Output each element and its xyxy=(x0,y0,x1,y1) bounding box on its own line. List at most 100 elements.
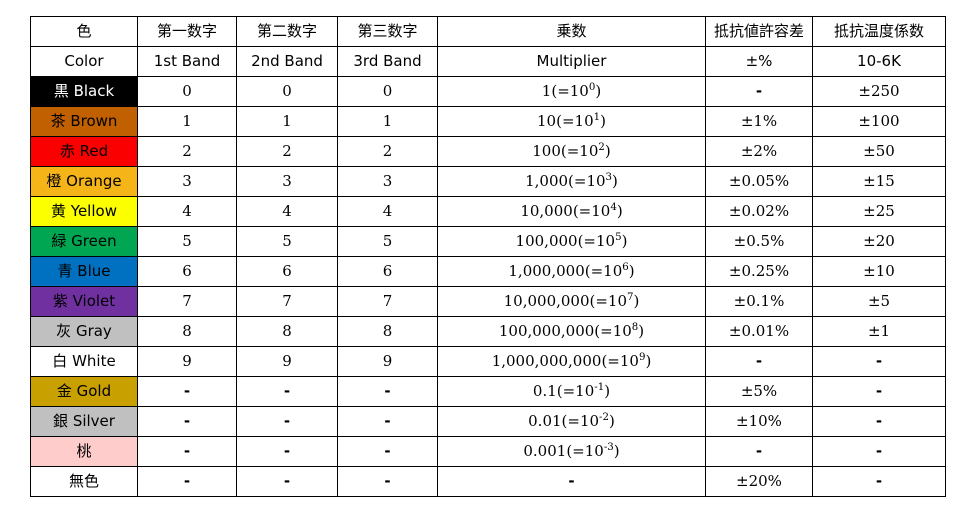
temperature-coefficient-cell: ±1 xyxy=(812,316,946,347)
multiplier-cell: 100,000(=105) xyxy=(437,226,706,257)
dash-placeholder: - xyxy=(755,351,763,370)
multiplier-base: 100,000(=10 xyxy=(515,231,616,250)
column-header-en-3: 3rd Band xyxy=(337,46,438,77)
multiplier-close-paren: ) xyxy=(612,171,618,190)
tolerance-cell: ±0.02% xyxy=(705,196,813,227)
band-1-cell: 0 xyxy=(137,76,237,107)
multiplier-base: 10,000,000(=10 xyxy=(503,291,628,310)
temperature-coefficient-cell: ±10 xyxy=(812,256,946,287)
table-row: 桃 - - - 0.001(=10-3) - - xyxy=(30,436,946,467)
dash-placeholder: - xyxy=(755,81,763,100)
table-row: 無色 - - - - ±20% - xyxy=(30,466,946,497)
band-1-cell: 1 xyxy=(137,106,237,137)
band-2-cell: - xyxy=(236,376,338,407)
tolerance-cell: - xyxy=(705,346,813,377)
tolerance-cell: ±0.1% xyxy=(705,286,813,317)
dash-placeholder: - xyxy=(183,471,191,490)
column-header-jp-2: 第二数字 xyxy=(236,16,338,47)
band-1-cell: - xyxy=(137,376,237,407)
temperature-coefficient-cell: ±50 xyxy=(812,136,946,167)
column-header-en-5: ±% xyxy=(705,46,813,77)
column-header-jp-0: 色 xyxy=(30,16,138,47)
multiplier-cell: 100(=102) xyxy=(437,136,706,167)
multiplier-cell: 1,000(=103) xyxy=(437,166,706,197)
resistor-color-code-table: 色第一数字 第二数字 第三数字 乗数 抵抗値許容差 抵抗温度係数 Color 1st Ban… xyxy=(30,16,946,497)
table-row: 紫 Violet 7 7 7 10,000,000(=107) ±0.1% ±5 xyxy=(30,286,946,317)
dash-placeholder: - xyxy=(568,471,575,490)
table-row: 緑 Green 5 5 5 100,000(=105) ±0.5% ±20 xyxy=(30,226,946,257)
tolerance-cell: - xyxy=(705,436,813,467)
dash-placeholder: - xyxy=(875,441,883,460)
band-2-cell: 8 xyxy=(236,316,338,347)
tolerance-cell: ±0.5% xyxy=(705,226,813,257)
temperature-coefficient-cell: - xyxy=(812,376,946,407)
color-swatch-cell: 紫 Violet xyxy=(30,286,138,317)
table-row: 橙 Orange 3 3 3 1,000(=103) ±0.05% ±15 xyxy=(30,166,946,197)
dash-placeholder: - xyxy=(384,471,391,490)
color-swatch-cell: 橙 Orange xyxy=(30,166,138,197)
multiplier-close-paren: ) xyxy=(616,201,623,220)
temperature-coefficient-cell: ±250 xyxy=(812,76,946,107)
multiplier-close-paren: ) xyxy=(604,381,611,400)
band-1-cell: 2 xyxy=(137,136,237,167)
table-row: 茶 Brown 1 1 1 10(=101) ±1% ±100 xyxy=(30,106,946,137)
tolerance-cell: ±2% xyxy=(705,136,813,167)
column-header-en-6: 10-6K xyxy=(812,46,946,77)
temperature-coefficient-cell: - xyxy=(812,436,946,467)
multiplier-exponent: -1 xyxy=(594,381,605,393)
multiplier-base: 10,000(=10 xyxy=(520,201,611,220)
band-3-cell: - xyxy=(337,436,438,467)
multiplier-base: 100(=10 xyxy=(532,141,599,160)
band-3-cell: 6 xyxy=(337,256,438,287)
table-row: 銀 Silver - - -0.01(=10-2) ±10% - xyxy=(30,406,946,437)
multiplier-exponent: -2 xyxy=(599,411,609,423)
dash-placeholder: - xyxy=(384,381,391,400)
color-swatch-cell: 無色 xyxy=(30,466,138,497)
band-2-cell: - xyxy=(236,466,338,497)
multiplier-cell: 10,000(=104) xyxy=(437,196,706,227)
dash-placeholder: - xyxy=(183,381,191,400)
dash-placeholder: - xyxy=(283,411,291,430)
multiplier-cell: 1,000,000(=106) xyxy=(437,256,706,287)
temperature-coefficient-cell: ±100 xyxy=(812,106,946,137)
column-header-en-4: Multiplier xyxy=(437,46,706,77)
band-3-cell: - xyxy=(337,466,438,497)
column-header-en-1: 1st Band xyxy=(137,46,237,77)
dash-placeholder: - xyxy=(283,471,291,490)
multiplier-base: 1,000,000(=10 xyxy=(508,261,623,280)
multiplier-close-paren: ) xyxy=(633,291,640,310)
color-swatch-cell: 灰 Gray xyxy=(30,316,138,347)
multiplier-cell: 1,000,000,000(=109) xyxy=(437,346,706,377)
band-3-cell: 4 xyxy=(337,196,438,227)
band-2-cell: 0 xyxy=(236,76,338,107)
dash-placeholder: - xyxy=(183,411,191,430)
band-1-cell: 4 xyxy=(137,196,237,227)
table-row: 青 Blue 6 6 6 1,000,000(=106) ±0.25% ±10 xyxy=(30,256,946,287)
multiplier-base: 1,000(=10 xyxy=(525,171,606,190)
tolerance-cell: ±20% xyxy=(705,466,813,497)
multiplier-base: 1(=10 xyxy=(541,81,589,100)
color-swatch-cell: 茶 Brown xyxy=(30,106,138,137)
color-swatch-cell: 緑 Green xyxy=(30,226,138,257)
multiplier-cell: 10,000,000(=107) xyxy=(437,286,706,317)
multiplier-close-paren: ) xyxy=(645,351,652,370)
header-row-japanese: 色第一数字 第二数字 第三数字 乗数 抵抗値許容差 抵抗温度係数 xyxy=(30,16,946,47)
band-1-cell: 8 xyxy=(137,316,237,347)
tolerance-cell: ±1% xyxy=(705,106,813,137)
multiplier-exponent: -3 xyxy=(603,441,614,453)
multiplier-close-paren: ) xyxy=(621,231,628,250)
multiplier-close-paren: ) xyxy=(628,261,635,280)
band-2-cell: - xyxy=(236,406,338,437)
dash-placeholder: - xyxy=(283,381,291,400)
table-row: 黄 Yellow 4 4 4 10,000(=104) ±0.02% ±25 xyxy=(30,196,946,227)
column-header-en-2: 2nd Band xyxy=(236,46,338,77)
temperature-coefficient-cell: ±20 xyxy=(812,226,946,257)
band-1-cell: 6 xyxy=(137,256,237,287)
tolerance-cell: ±5% xyxy=(705,376,813,407)
band-2-cell: 1 xyxy=(236,106,338,137)
color-swatch-cell: 黄 Yellow xyxy=(30,196,138,227)
band-1-cell: 7 xyxy=(137,286,237,317)
band-2-cell: - xyxy=(236,436,338,467)
color-swatch-cell: 青 Blue xyxy=(30,256,138,287)
tolerance-cell: ±10% xyxy=(705,406,813,437)
